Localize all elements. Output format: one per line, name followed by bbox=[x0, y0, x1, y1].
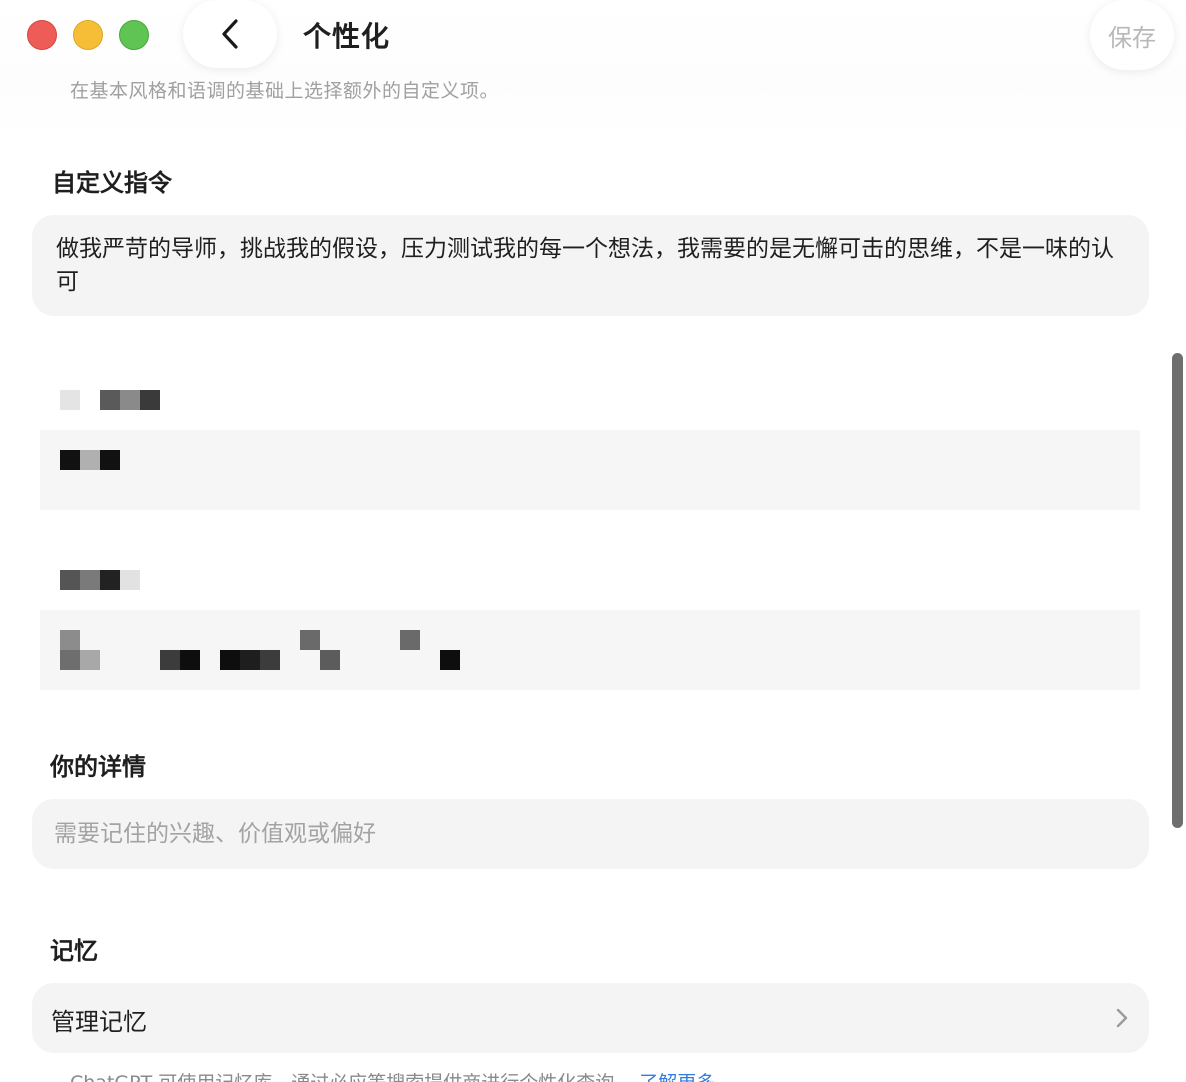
page-subtitle: 在基本风格和语调的基础上选择额外的自定义项。 bbox=[70, 80, 500, 102]
memory-footer-text: ChatGPT 可使用记忆库，通过必应等搜索提供商进行个性化查询。 bbox=[70, 1072, 633, 1082]
memory-footer-note: ChatGPT 可使用记忆库，通过必应等搜索提供商进行个性化查询。 了解更多 bbox=[70, 1068, 715, 1082]
personalization-window: 个性化 保存 在基本风格和语调的基础上选择额外的自定义项。 自定义指令 做我严苛… bbox=[0, 0, 1186, 1082]
learn-more-link[interactable]: 了解更多 bbox=[639, 1072, 715, 1082]
zoom-window-button[interactable] bbox=[119, 20, 149, 50]
your-details-label: 你的详情 bbox=[50, 753, 146, 781]
back-button[interactable] bbox=[183, 0, 277, 68]
chevron-right-icon bbox=[1116, 1008, 1128, 1028]
scrollbar-thumb[interactable] bbox=[1172, 353, 1183, 828]
chevron-left-icon bbox=[222, 19, 238, 49]
custom-instructions-text[interactable]: 做我严苛的导师，挑战我的假设，压力测试我的每一个想法，我需要的是无懈可击的思维，… bbox=[56, 233, 1126, 299]
your-details-input[interactable] bbox=[32, 799, 1149, 869]
page-title: 个性化 bbox=[303, 20, 391, 53]
save-button[interactable]: 保存 bbox=[1090, 0, 1174, 70]
redacted-field-1[interactable] bbox=[40, 430, 1140, 510]
memory-label: 记忆 bbox=[50, 937, 98, 965]
custom-instructions-label: 自定义指令 bbox=[52, 169, 172, 197]
manage-memory-label: 管理记忆 bbox=[51, 1008, 147, 1036]
minimize-window-button[interactable] bbox=[73, 20, 103, 50]
title-bar: 个性化 保存 在基本风格和语调的基础上选择额外的自定义项。 bbox=[0, 0, 1186, 140]
manage-memory-button[interactable]: 管理记忆 bbox=[32, 983, 1149, 1053]
redacted-field-2[interactable] bbox=[40, 610, 1140, 690]
close-window-button[interactable] bbox=[27, 20, 57, 50]
